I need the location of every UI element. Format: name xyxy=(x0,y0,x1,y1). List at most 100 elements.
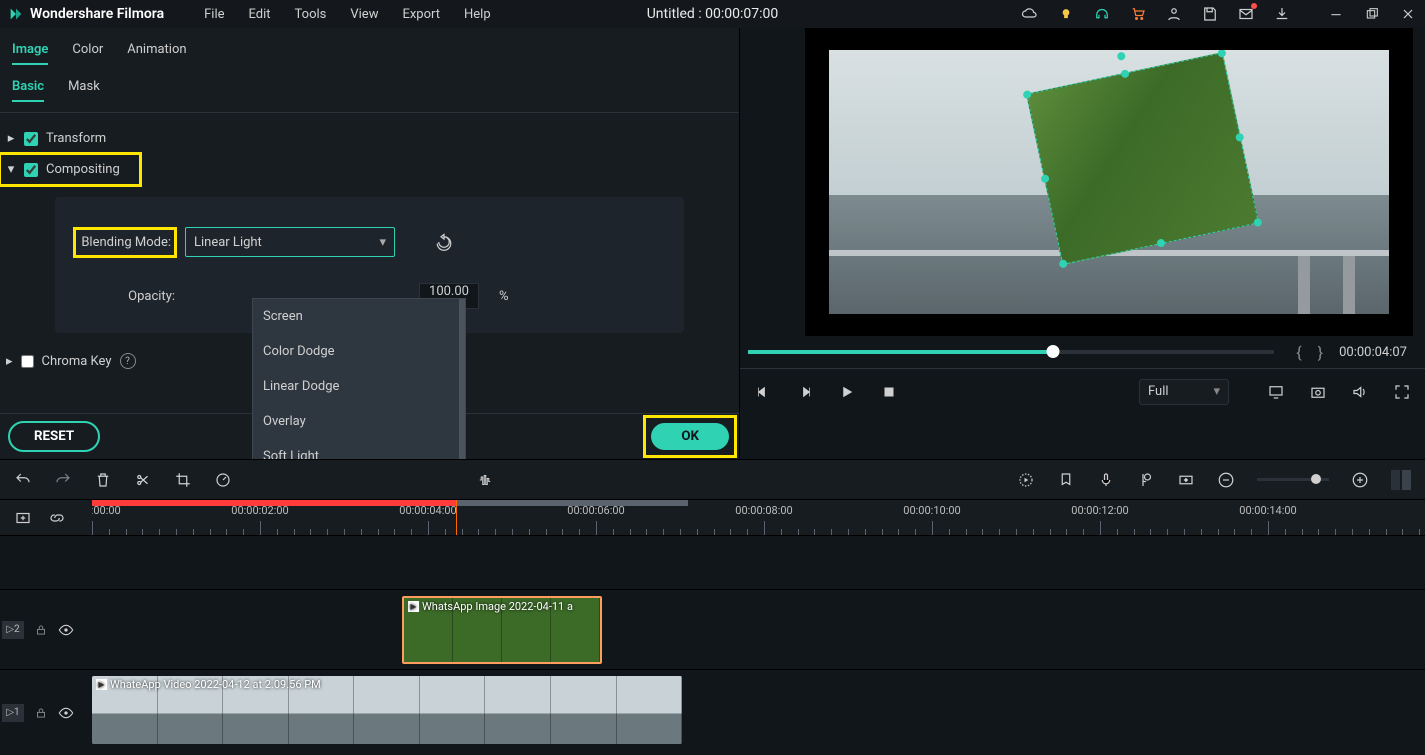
headset-icon[interactable] xyxy=(1093,5,1111,23)
reset-blending-icon[interactable] xyxy=(435,233,453,251)
track-2: ▷2 ▶WhatsApp Image 2022-04-11 a xyxy=(0,589,1425,669)
eye-icon[interactable] xyxy=(58,622,74,638)
play-icon[interactable] xyxy=(838,383,856,401)
zoom-in-icon[interactable] xyxy=(1351,471,1369,489)
menu-edit[interactable]: Edit xyxy=(249,7,271,22)
clip-image[interactable]: ▶WhatsApp Image 2022-04-11 a xyxy=(402,596,602,664)
blending-option-overlay[interactable]: Overlay xyxy=(253,404,465,439)
fullscreen-icon[interactable] xyxy=(1393,383,1411,401)
inspector-subtabs: Basic Mask xyxy=(0,73,739,113)
blending-mode-value: Linear Light xyxy=(194,235,262,250)
step-back-icon[interactable] xyxy=(754,383,772,401)
lock-icon[interactable] xyxy=(34,623,48,637)
volume-icon[interactable] xyxy=(1351,383,1369,401)
tab-color[interactable]: Color xyxy=(72,42,103,65)
section-label: Transform xyxy=(46,131,106,146)
subtab-mask[interactable]: Mask xyxy=(68,79,100,102)
title-bar: Wondershare Filmora File Edit Tools View… xyxy=(0,0,1425,28)
lock-icon[interactable] xyxy=(34,706,48,720)
add-track-icon[interactable] xyxy=(14,509,32,527)
keyframe-icon[interactable] xyxy=(1177,471,1195,489)
ruler-row: 00:00:00:0000:00:02:0000:00:04:0000:00:0… xyxy=(0,499,1425,535)
chevron-down-icon: ▾ xyxy=(6,162,16,177)
timeline-ruler[interactable]: 00:00:00:0000:00:02:0000:00:04:0000:00:0… xyxy=(92,500,1425,535)
ruler-label: 00:00:10:00 xyxy=(903,504,960,517)
save-icon[interactable] xyxy=(1201,5,1219,23)
preview-panel: { } 00:00:04:07 Full xyxy=(740,28,1425,459)
cart-icon[interactable] xyxy=(1129,5,1147,23)
close-icon[interactable] xyxy=(1399,5,1417,23)
track-label: ▷2 xyxy=(2,621,24,639)
section-transform[interactable]: ▸ Transform xyxy=(0,123,739,154)
menu-export[interactable]: Export xyxy=(402,7,440,22)
crop-icon[interactable] xyxy=(174,471,192,489)
dropdown-scrollbar[interactable] xyxy=(459,299,465,459)
timeline-view-toggle[interactable] xyxy=(1391,470,1411,490)
blending-mode-select[interactable]: Linear Light xyxy=(185,227,395,257)
menu-view[interactable]: View xyxy=(350,7,378,22)
transform-checkbox[interactable] xyxy=(24,132,38,146)
voiceover-icon[interactable] xyxy=(1097,471,1115,489)
idea-icon[interactable] xyxy=(1057,5,1075,23)
menu-tools[interactable]: Tools xyxy=(295,7,327,22)
audio-edit-icon[interactable] xyxy=(476,471,494,489)
blending-option-color-dodge[interactable]: Color Dodge xyxy=(253,334,465,369)
minimize-icon[interactable] xyxy=(1327,5,1345,23)
scrubber[interactable] xyxy=(748,350,1274,354)
download-icon[interactable] xyxy=(1273,5,1291,23)
user-icon[interactable] xyxy=(1165,5,1183,23)
section-label: Compositing xyxy=(46,162,120,177)
redo-icon[interactable] xyxy=(54,471,72,489)
menu-help[interactable]: Help xyxy=(464,7,491,22)
tab-animation[interactable]: Animation xyxy=(127,42,186,65)
section-label: Chroma Key xyxy=(42,354,112,369)
mixer-icon[interactable] xyxy=(1137,471,1155,489)
ruler-label: 00:00:14:00 xyxy=(1239,504,1296,517)
menu-file[interactable]: File xyxy=(204,7,224,22)
blending-option-linear-dodge[interactable]: Linear Dodge xyxy=(253,369,465,404)
subtab-basic[interactable]: Basic xyxy=(12,79,44,102)
chevron-right-icon: ▸ xyxy=(6,354,13,369)
in-out-markers[interactable]: { } xyxy=(1296,343,1329,362)
cloud-icon[interactable] xyxy=(1021,5,1039,23)
clip-title-text: WhateApp Video 2022-04-12 at 2.09.56 PM xyxy=(110,678,321,691)
display-icon[interactable] xyxy=(1267,383,1285,401)
delete-icon[interactable] xyxy=(94,471,112,489)
blending-option-soft-light[interactable]: Soft Light xyxy=(253,439,465,459)
overlay-clip[interactable] xyxy=(1026,52,1259,265)
help-icon[interactable]: ? xyxy=(120,353,136,369)
timeline-toolbar xyxy=(0,459,1425,499)
rotate-handle[interactable] xyxy=(1116,51,1125,60)
compositing-checkbox[interactable] xyxy=(24,163,38,177)
mail-icon[interactable] xyxy=(1237,5,1255,23)
undo-icon[interactable] xyxy=(14,471,32,489)
eye-icon[interactable] xyxy=(58,705,74,721)
step-forward-icon[interactable] xyxy=(796,383,814,401)
link-icon[interactable] xyxy=(48,509,66,527)
menubar: File Edit Tools View Export Help xyxy=(204,7,491,22)
reset-button[interactable]: RESET xyxy=(8,421,100,452)
blending-mode-dropdown: Screen Color Dodge Linear Dodge Overlay … xyxy=(252,298,466,459)
chevron-right-icon: ▸ xyxy=(6,131,16,146)
snapshot-icon[interactable] xyxy=(1309,383,1327,401)
preview-frame[interactable] xyxy=(829,50,1388,315)
chroma-key-checkbox[interactable] xyxy=(21,355,34,368)
marker-icon[interactable] xyxy=(1057,471,1075,489)
maximize-icon[interactable] xyxy=(1363,5,1381,23)
preview-monitor xyxy=(740,28,1425,336)
blending-option-screen[interactable]: Screen xyxy=(253,299,465,334)
playhead[interactable] xyxy=(456,500,457,535)
zoom-out-icon[interactable] xyxy=(1217,471,1235,489)
clip-video[interactable]: ▶WhateApp Video 2022-04-12 at 2.09.56 PM xyxy=(92,676,682,744)
speed-icon[interactable] xyxy=(214,471,232,489)
section-compositing[interactable]: ▾ Compositing xyxy=(0,154,140,185)
ok-button[interactable]: OK xyxy=(651,423,729,450)
split-icon[interactable] xyxy=(134,471,152,489)
render-preview-icon[interactable] xyxy=(1017,471,1035,489)
quality-select[interactable]: Full xyxy=(1139,379,1229,405)
zoom-slider[interactable] xyxy=(1257,478,1329,481)
stop-icon[interactable] xyxy=(880,383,898,401)
tab-image[interactable]: Image xyxy=(12,42,48,65)
quality-value: Full xyxy=(1148,384,1169,399)
tracks-area: ▷2 ▶WhatsApp Image 2022-04-11 a ▷1 ▶What… xyxy=(0,535,1425,755)
